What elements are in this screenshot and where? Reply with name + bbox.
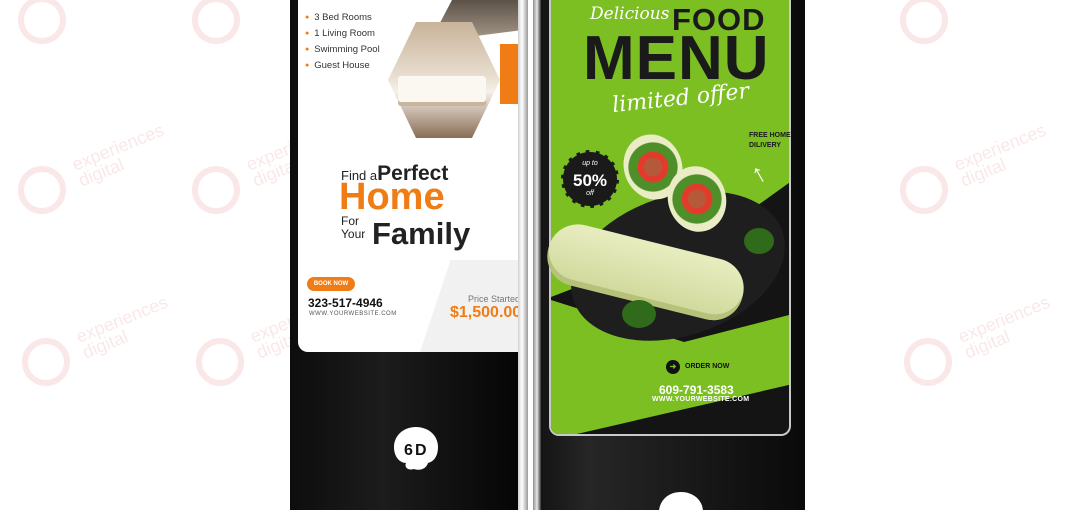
tagline-for-your: For Your [341, 214, 366, 241]
herb-garnish [744, 228, 774, 254]
price-label: Price Started [468, 294, 521, 304]
arrow-right-icon: ➜ [666, 360, 680, 374]
left-website: WWW.YOURWEBSITE.COM [309, 311, 397, 317]
discount-badge: up to 50% off [561, 150, 619, 208]
svg-text:6: 6 [404, 442, 413, 459]
discount-up-to: up to [582, 160, 598, 167]
left-phone-number: 323-517-4946 [308, 296, 383, 310]
order-now-button[interactable]: ➜ ORDER NOW [663, 357, 735, 377]
brand-logo-icon: 6 D [394, 427, 438, 470]
herb-garnish [622, 300, 656, 328]
amenity-item: Swimming Pool [305, 42, 379, 58]
bed-illustration [398, 76, 486, 102]
amenity-item: Guest House [305, 58, 380, 74]
price-value: $1,500.00 [450, 304, 522, 321]
discount-value: 50% [572, 171, 608, 190]
right-kiosk-edge [533, 0, 541, 510]
discount-off: off [586, 190, 594, 197]
order-now-label: ORDER NOW [685, 363, 730, 370]
amenity-item: 3 Bed Rooms [305, 10, 380, 26]
delicious-script: Delicious [590, 4, 670, 24]
right-phone-number: 609-791-3583 [659, 383, 734, 397]
svg-text:D: D [415, 442, 427, 459]
free-delivery-label: FREE HOME DILIVERY [749, 132, 791, 149]
amenity-item: 1 Living Room [305, 26, 380, 42]
book-now-button[interactable]: BOOK NOW [307, 277, 355, 291]
tagline-home: Home [339, 176, 445, 218]
tagline-family: Family [372, 216, 471, 251]
amenities-list: 3 Bed Rooms 1 Living Room Swimming Pool … [305, 10, 380, 74]
brand-logo-icon [659, 492, 703, 528]
right-website: WWW.YOURWEBSITE.COM [652, 396, 750, 403]
left-kiosk-edge [518, 0, 528, 510]
